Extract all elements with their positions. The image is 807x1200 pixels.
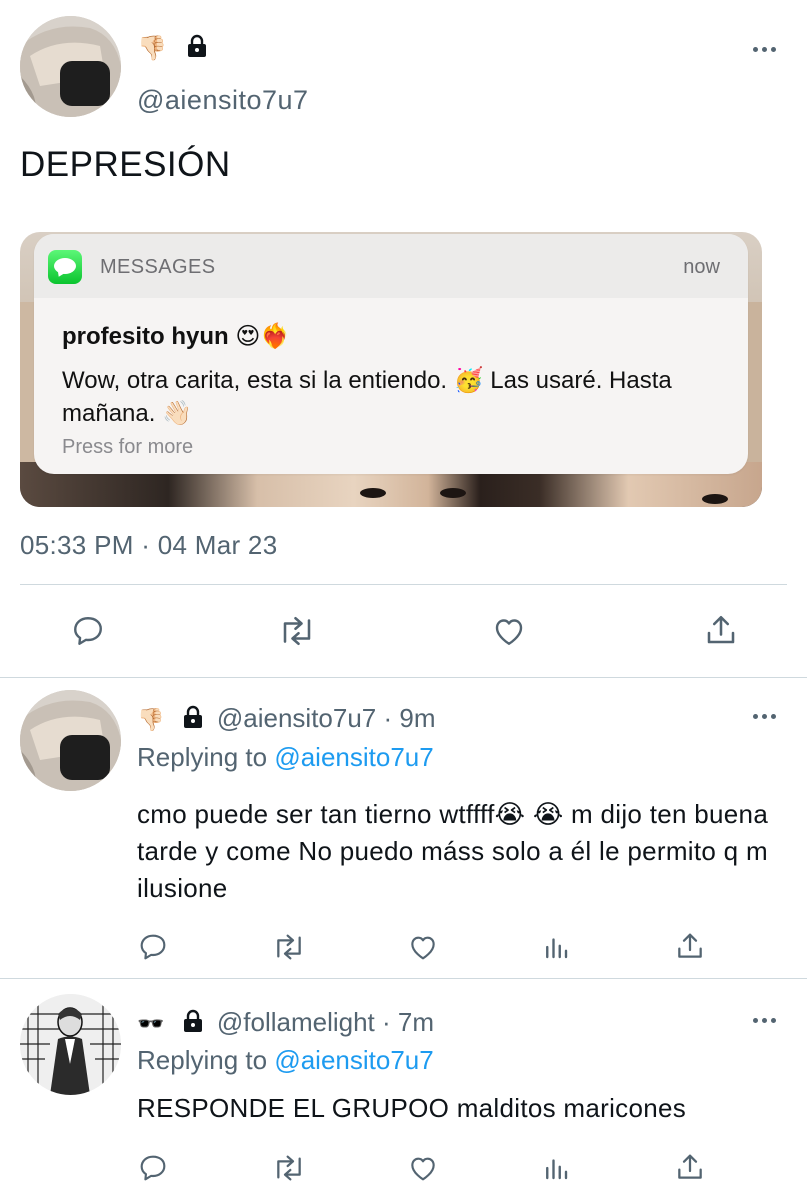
message-notification: MESSAGES now profesito hyun 😍❤️‍🔥 Wow, o… xyxy=(34,234,748,474)
lock-icon xyxy=(186,34,208,65)
separator-dot: · xyxy=(382,1007,398,1037)
reply-text: RESPONDE EL GRUPOO malditos maricones xyxy=(137,1093,687,1123)
user-handle[interactable]: @aiensito7u7 xyxy=(137,85,309,116)
retweet-icon[interactable] xyxy=(270,931,308,963)
mention-link[interactable]: @aiensito7u7 xyxy=(274,1045,433,1075)
thumbs-down-emoji: 👎🏻 xyxy=(137,34,167,62)
like-icon[interactable] xyxy=(406,931,440,963)
reply-time: 7m xyxy=(397,1007,435,1037)
reply-icon[interactable] xyxy=(137,1152,169,1184)
replying-to: Replying to @aiensito7u7 xyxy=(137,1045,434,1076)
reply-time: 9m xyxy=(399,703,436,733)
user-handle[interactable]: @aiensito7u7 xyxy=(217,703,376,733)
reply-icon[interactable] xyxy=(137,931,169,963)
lock-icon xyxy=(182,1009,204,1040)
tweet-text: DEPRESIÓN xyxy=(20,145,231,184)
notification-app-name: MESSAGES xyxy=(100,256,216,278)
user-handle[interactable]: @follamelight xyxy=(217,1007,375,1037)
notification-body: Wow, otra carita, esta si la entiendo. 🥳… xyxy=(62,367,672,427)
avatar[interactable] xyxy=(20,16,121,117)
more-icon[interactable] xyxy=(753,44,781,54)
avatar[interactable] xyxy=(20,994,121,1095)
reply-header[interactable]: 👎🏻 @aiensito7u7 · 9m xyxy=(137,703,436,736)
notification-title: profesito hyun 😍❤️‍🔥 xyxy=(62,323,291,350)
retweet-icon[interactable] xyxy=(270,1152,308,1184)
reply-icon[interactable] xyxy=(70,613,106,649)
photo-eye xyxy=(360,488,386,498)
share-icon[interactable] xyxy=(674,929,706,963)
share-icon[interactable] xyxy=(674,1150,706,1184)
divider xyxy=(20,584,787,585)
more-icon[interactable] xyxy=(753,1015,781,1025)
display-name[interactable]: 👎🏻 xyxy=(137,34,208,65)
separator-dot: · xyxy=(383,703,400,733)
replying-prefix: Replying to xyxy=(137,1045,268,1075)
tweet-image[interactable]: MESSAGES now profesito hyun 😍❤️‍🔥 Wow, o… xyxy=(20,232,762,507)
photo-eye xyxy=(440,488,466,498)
divider xyxy=(0,677,807,678)
divider xyxy=(0,978,807,979)
reply-text: cmo puede ser tan tierno wtffff😭 😭 m dij… xyxy=(137,799,769,903)
sunglasses-emoji: 🕶️ xyxy=(137,1012,165,1037)
analytics-icon[interactable] xyxy=(541,931,571,963)
lock-icon xyxy=(182,705,204,736)
mention-link[interactable]: @aiensito7u7 xyxy=(274,742,433,772)
like-icon[interactable] xyxy=(406,1152,440,1184)
more-icon[interactable] xyxy=(753,711,781,721)
share-icon[interactable] xyxy=(703,611,739,649)
avatar[interactable] xyxy=(20,690,121,791)
notification-more-hint: Press for more xyxy=(62,436,194,458)
like-icon[interactable] xyxy=(490,613,528,649)
retweet-icon[interactable] xyxy=(276,613,318,649)
tweet-timestamp[interactable]: 05:33 PM · 04 Mar 23 xyxy=(20,530,277,561)
replying-to: Replying to @aiensito7u7 xyxy=(137,742,434,773)
photo-eye xyxy=(702,494,728,504)
thumbs-down-emoji: 👎🏻 xyxy=(137,708,165,733)
replying-prefix: Replying to xyxy=(137,742,268,772)
reply-header[interactable]: 🕶️ @follamelight · 7m xyxy=(137,1007,434,1040)
notification-time: now xyxy=(683,256,720,278)
analytics-icon[interactable] xyxy=(541,1152,571,1184)
messages-app-icon xyxy=(48,250,82,284)
